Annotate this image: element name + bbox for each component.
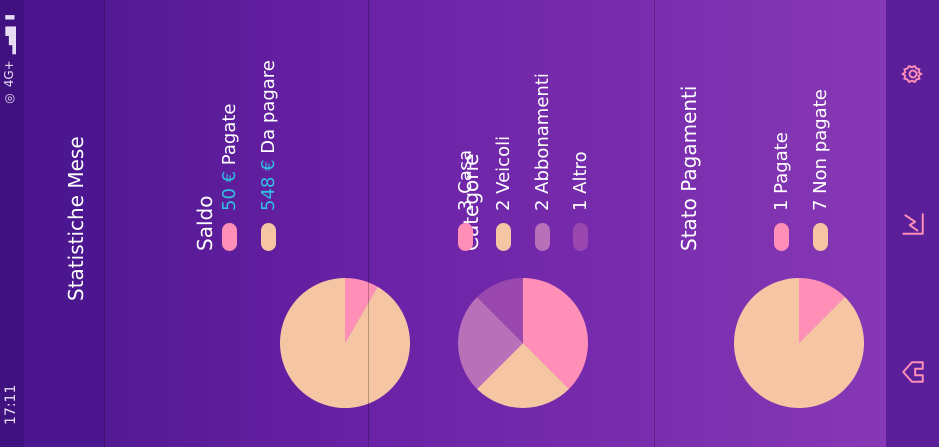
card-categorie: Categorie 3 Casa 2 Veicoli 2 Abbonamenti… <box>368 0 655 447</box>
legend-value: 7 <box>809 199 831 211</box>
legend-label: Pagate <box>218 103 240 166</box>
page-title: Statistiche Mese <box>64 136 88 301</box>
legend-color-dot <box>534 223 550 251</box>
home-icon[interactable] <box>898 357 928 387</box>
legend-value: 548 € <box>257 159 279 211</box>
legend-color-dot <box>572 223 588 251</box>
screen: 17:11 ◎ 4G+ ▂▄▆ ▮ Statistiche Mese Saldo… <box>0 0 939 447</box>
bottom-nav <box>886 0 939 447</box>
legend-label: Veicoli <box>492 135 514 194</box>
wifi-icon: ◎ <box>2 93 16 104</box>
legend-value: 1 <box>569 199 591 211</box>
pie-chart-categorie <box>458 278 588 408</box>
legend-item: 1 Altro <box>566 151 594 251</box>
legend-color-dot <box>457 223 473 251</box>
legend-label: Casa <box>454 149 476 194</box>
legend-item: 548 € Da pagare <box>254 60 282 251</box>
legend-value: 3 <box>454 199 476 211</box>
chart-icon[interactable] <box>898 209 928 239</box>
legend-color-dot <box>221 223 237 251</box>
legend-color-dot <box>260 223 276 251</box>
legend-label: Abbonamenti <box>531 73 553 194</box>
legend-item: 3 Casa <box>451 150 479 251</box>
legend-item: 2 Veicoli <box>489 136 517 251</box>
legend-value: 2 <box>492 199 514 211</box>
legend-value: 2 <box>531 199 553 211</box>
pie-slice-non-pagate <box>734 278 864 408</box>
card-saldo: Saldo 50 € Pagate 548 € Da pagare <box>104 0 410 447</box>
legend-item: 1 Pagate <box>767 132 795 251</box>
gear-icon[interactable] <box>898 59 928 89</box>
legend-color-dot <box>773 223 789 251</box>
legend-item: 7 Non pagate <box>806 89 834 251</box>
battery-icon: ▮ <box>2 14 16 21</box>
card-title: Saldo <box>193 195 217 251</box>
status-bar: 17:11 ◎ 4G+ ▂▄▆ ▮ <box>0 0 24 447</box>
app-bar: Statistiche Mese <box>24 0 104 447</box>
legend-item: 2 Abbonamenti <box>528 73 556 251</box>
legend-item: 50 € Pagate <box>215 104 243 251</box>
signal-icon: ▂▄▆ <box>2 26 16 55</box>
card-title: Stato Pagamenti <box>677 85 701 251</box>
legend-label: Da pagare <box>257 60 279 154</box>
legend-value: 1 <box>770 199 792 211</box>
pie-chart-stato-pagamenti <box>734 278 864 408</box>
network-label: 4G+ <box>2 60 16 88</box>
legend-value: 50 € <box>218 170 240 211</box>
legend-label: Non pagate <box>809 89 831 194</box>
legend-color-dot <box>812 223 828 251</box>
legend-label: Pagate <box>770 132 792 194</box>
legend-color-dot <box>495 223 511 251</box>
card-stato-pagamenti: Stato Pagamenti 1 Pagate 7 Non pagate <box>654 0 887 447</box>
legend-label: Altro <box>569 151 591 194</box>
status-time: 17:11 <box>3 384 19 425</box>
